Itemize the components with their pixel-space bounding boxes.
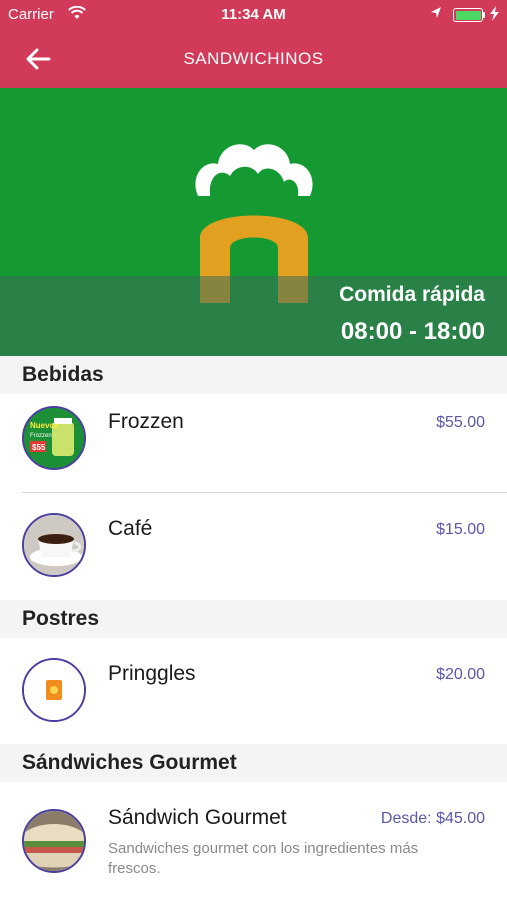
item-name: Café [108, 517, 153, 540]
menu-item-sandwich-gourmet[interactable]: Sándwich Gourmet Desde: $45.00 Sandwiche… [0, 782, 507, 900]
restaurant-category: Comida rápida [339, 283, 485, 306]
item-name: Pringgles [108, 662, 196, 685]
status-bar: Carrier 11:34 AM [0, 0, 507, 30]
restaurant-banner: Comida rápida 08:00 - 18:00 [0, 88, 507, 356]
menu-item-frozzen[interactable]: Nuevos Frozzen $55 Frozzen $55.00 [0, 394, 507, 492]
menu-item-cafe[interactable]: Café $15.00 [0, 493, 507, 600]
thumb-text-3: $55 [32, 443, 46, 452]
section-header-postres: Postres [0, 600, 507, 638]
section-header-sandwiches-gourmet: Sándwiches Gourmet [0, 744, 507, 782]
opening-hours: 08:00 - 18:00 [340, 318, 485, 345]
item-description: Sandwiches gourmet con los ingredientes … [108, 840, 419, 877]
section-header-bebidas: Bebidas [0, 356, 507, 394]
charging-bolt-icon [490, 6, 499, 24]
menu-item-pringgles[interactable]: Pringgles $20.00 [0, 638, 507, 744]
page-title: SANDWICHINOS [183, 49, 324, 68]
item-price: Desde: $45.00 [380, 810, 485, 827]
thumb-text-1: Nuevos [30, 421, 59, 430]
item-name: Sándwich Gourmet [108, 806, 287, 829]
nav-bar: SANDWICHINOS [0, 30, 507, 88]
cafe-thumbnail [22, 513, 86, 577]
item-price: $15.00 [436, 521, 485, 538]
battery-icon [453, 8, 483, 22]
item-price: $55.00 [436, 414, 485, 431]
battery-tip [483, 12, 485, 18]
thumb-text-2: Frozzen [30, 433, 52, 439]
item-name: Frozzen [108, 410, 184, 433]
item-price: $20.00 [436, 666, 485, 683]
pringgles-thumbnail [22, 658, 86, 722]
location-arrow-icon [430, 6, 442, 24]
sandwich-gourmet-thumbnail [22, 809, 86, 873]
frozzen-thumbnail: Nuevos Frozzen $55 [22, 406, 86, 470]
